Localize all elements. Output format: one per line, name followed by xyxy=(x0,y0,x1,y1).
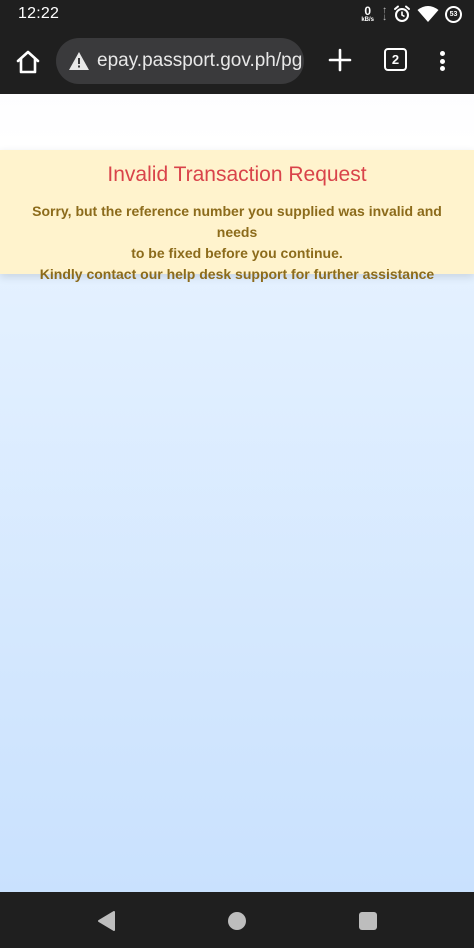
home-icon[interactable] xyxy=(14,48,42,76)
error-alert: Invalid Transaction Request Sorry, but t… xyxy=(0,150,474,282)
alarm-icon xyxy=(394,5,410,22)
alert-title: Invalid Transaction Request xyxy=(107,163,367,186)
plus-icon[interactable] xyxy=(328,48,352,72)
wifi-icon xyxy=(417,6,439,22)
navigation-bar xyxy=(0,892,474,948)
network-speed-value: 0 xyxy=(364,4,371,18)
battery-icon: 53 xyxy=(445,5,462,23)
menu-dot xyxy=(439,51,445,56)
status-bar: 12:22 0 kB/s ↑ ↓ 53 xyxy=(0,0,474,28)
alert-message-line: Kindly contact our help desk support for… xyxy=(39,266,435,282)
data-arrows-icon: ↑ ↓ xyxy=(382,5,387,23)
status-time: 12:22 xyxy=(18,5,60,22)
menu-icon[interactable] xyxy=(434,48,450,74)
page-content: Invalid Transaction Request Sorry, but t… xyxy=(0,94,474,892)
menu-dot xyxy=(439,66,445,71)
alert-message: Sorry, but the reference number you supp… xyxy=(20,201,454,285)
warning-icon[interactable] xyxy=(68,51,90,71)
browser-toolbar: epay.passport.gov.ph/pg 2 xyxy=(0,28,474,94)
network-speed-unit: kB/s xyxy=(361,17,374,23)
menu-dot xyxy=(439,58,445,64)
status-icons: 0 kB/s ↑ ↓ 53 xyxy=(361,3,462,25)
alert-message-line: to be fixed before you continue. xyxy=(131,245,343,261)
home-circle-icon[interactable] xyxy=(228,912,246,930)
url-text: epay.passport.gov.ph/pg xyxy=(97,50,303,71)
tab-switcher-button[interactable]: 2 xyxy=(384,48,407,71)
network-speed: 0 kB/s xyxy=(361,5,374,23)
url-bar[interactable]: epay.passport.gov.ph/pg xyxy=(56,38,304,84)
recents-icon[interactable] xyxy=(359,912,377,930)
back-icon[interactable] xyxy=(96,910,116,932)
alert-message-line: Sorry, but the reference number you supp… xyxy=(32,203,442,240)
